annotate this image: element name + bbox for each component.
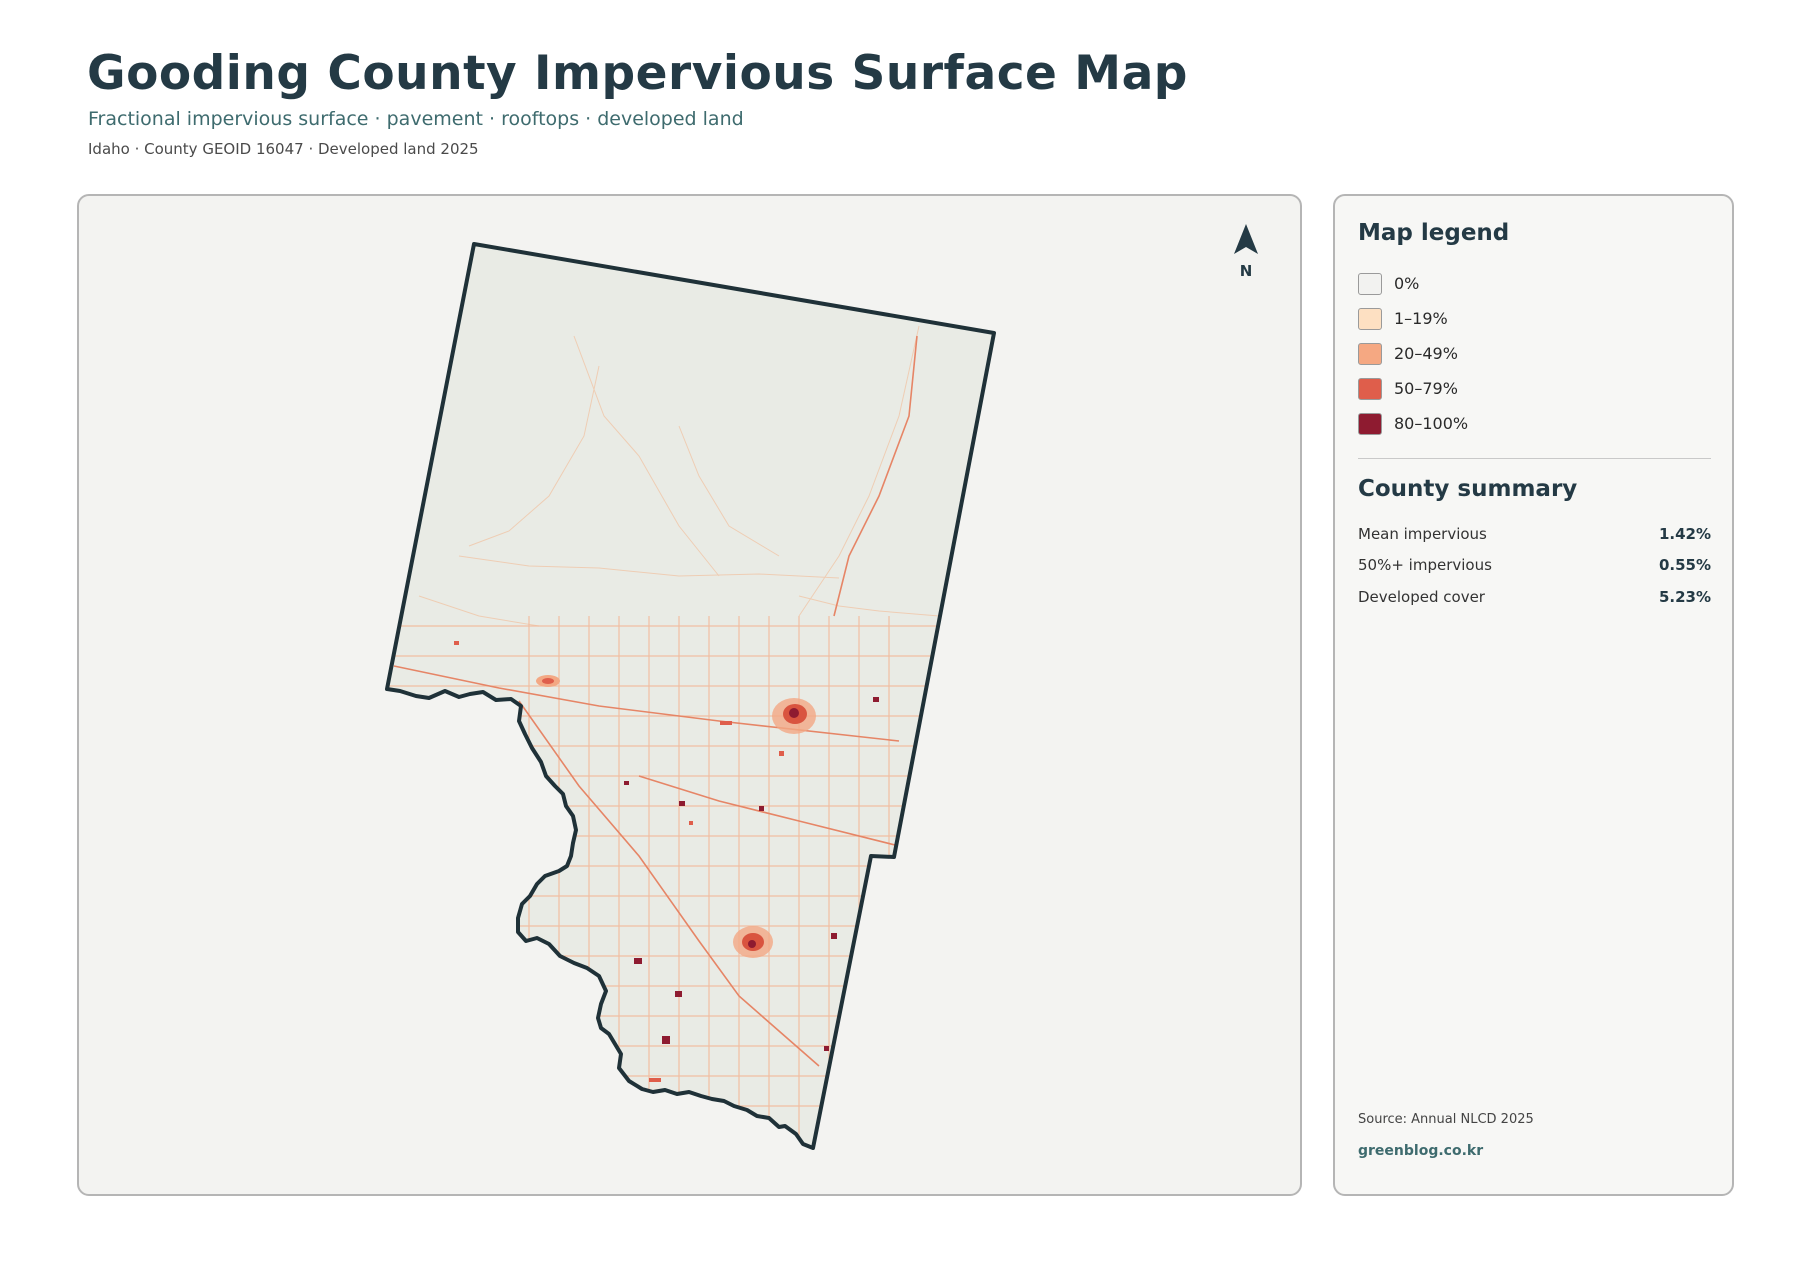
legend-title: Map legend [1358, 220, 1510, 246]
stat-row: 50%+ impervious 0.55% [1358, 550, 1711, 582]
legend-label: 20–49% [1394, 344, 1458, 363]
stat-value: 0.55% [1658, 556, 1711, 575]
legend-item: 20–49% [1358, 336, 1468, 371]
page-meta: Idaho · County GEOID 16047 · Developed l… [88, 140, 479, 158]
page-title: Gooding County Impervious Surface Map [87, 46, 1188, 101]
legend-list: 0% 1–19% 20–49% 50–79% 80–100% [1358, 266, 1468, 441]
legend-swatch [1358, 307, 1382, 330]
site-link[interactable]: greenblog.co.kr [1358, 1143, 1483, 1159]
town-hagerman [548, 830, 572, 854]
stat-row: Mean impervious 1.42% [1358, 518, 1711, 550]
legend-item: 80–100% [1358, 406, 1468, 441]
side-panel: Map legend 0% 1–19% 20–49% 50–79% 80–100… [1333, 194, 1734, 1196]
source-note: Source: Annual NLCD 2025 [1358, 1112, 1534, 1127]
summary-title: County summary [1358, 476, 1578, 502]
town-wendell [733, 926, 773, 958]
stat-label: Developed cover [1358, 587, 1485, 606]
legend-item: 50–79% [1358, 371, 1468, 406]
legend-label: 80–100% [1394, 414, 1469, 433]
stat-value: 1.42% [1658, 524, 1711, 543]
north-arrow: N [1222, 222, 1270, 280]
legend-divider [1358, 458, 1711, 459]
stat-row: Developed cover 5.23% [1358, 581, 1711, 613]
town-bliss [536, 675, 560, 687]
legend-swatch [1358, 342, 1382, 365]
legend-item: 0% [1358, 266, 1468, 301]
map-panel[interactable] [77, 194, 1302, 1196]
county-area [387, 244, 994, 1148]
town-gooding [772, 698, 816, 734]
north-label: N [1239, 262, 1253, 280]
stat-value: 5.23% [1658, 587, 1711, 606]
legend-swatch [1358, 272, 1382, 295]
stat-label: Mean impervious [1358, 524, 1487, 543]
county-map[interactable] [79, 196, 1302, 1196]
legend-label: 0% [1394, 274, 1420, 293]
summary-stats: Mean impervious 1.42% 50%+ impervious 0.… [1358, 518, 1711, 613]
legend-label: 50–79% [1394, 379, 1458, 398]
north-arrow-icon [1234, 224, 1258, 254]
legend-item: 1–19% [1358, 301, 1468, 336]
legend-swatch [1358, 377, 1382, 400]
legend-swatch [1358, 412, 1382, 435]
stat-label: 50%+ impervious [1358, 556, 1492, 575]
page-subtitle: Fractional impervious surface · pavement… [88, 108, 744, 130]
legend-label: 1–19% [1394, 309, 1448, 328]
